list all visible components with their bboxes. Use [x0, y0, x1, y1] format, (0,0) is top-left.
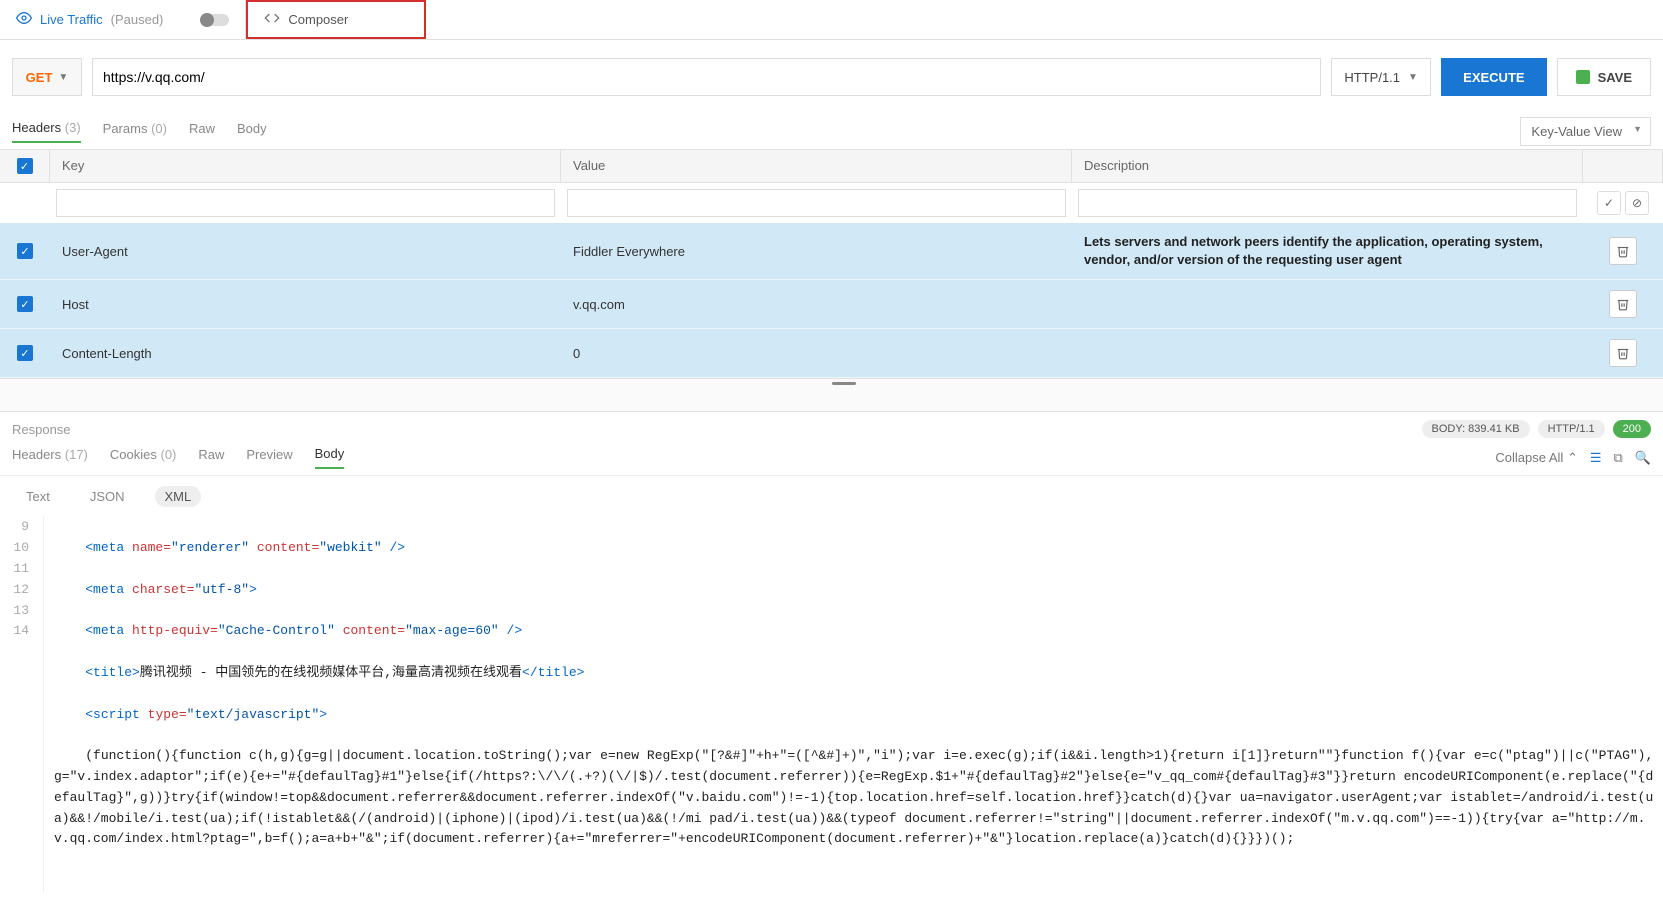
save-button[interactable]: SAVE: [1557, 58, 1651, 96]
save-icon: [1576, 70, 1590, 84]
cancel-icon[interactable]: ⊘: [1625, 191, 1649, 215]
header-value: v.qq.com: [561, 297, 1072, 312]
delete-button[interactable]: [1609, 290, 1637, 318]
request-bar: GET ▼ HTTP/1.1 ▼ EXECUTE SAVE: [0, 40, 1663, 114]
resp-tab-body[interactable]: Body: [315, 446, 345, 469]
composer-label: Composer: [288, 12, 348, 27]
save-label: SAVE: [1598, 70, 1632, 85]
method-value: GET: [26, 70, 53, 85]
col-value: Value: [561, 150, 1072, 182]
resp-tab-headers[interactable]: Headers (17): [12, 447, 88, 468]
proto-pill: HTTP/1.1: [1538, 420, 1605, 438]
header-value: 0: [561, 346, 1072, 361]
resp-tab-preview[interactable]: Preview: [246, 447, 292, 468]
tab-live-traffic[interactable]: Live Traffic (Paused): [0, 0, 246, 39]
resp-tab-cookies[interactable]: Cookies (0): [110, 447, 176, 468]
header-value: Fiddler Everywhere: [561, 244, 1072, 259]
status-pill: 200: [1613, 420, 1651, 438]
code-content[interactable]: <meta name="renderer" content="webkit" /…: [54, 517, 1655, 891]
col-description: Description: [1072, 150, 1583, 182]
view-mode-select[interactable]: Key-Value View: [1520, 117, 1651, 146]
body-tab-xml[interactable]: XML: [155, 486, 202, 507]
chevron-up-icon: ⌃: [1567, 450, 1578, 465]
new-description-input[interactable]: [1078, 189, 1577, 217]
code-view: 91011121314 <meta name="renderer" conten…: [0, 517, 1663, 903]
header-key: Host: [50, 297, 561, 312]
format-icon[interactable]: ☰: [1590, 450, 1602, 466]
header-row[interactable]: ✓ Host v.qq.com: [0, 280, 1663, 329]
select-all-checkbox[interactable]: ✓: [17, 158, 33, 174]
url-input[interactable]: [92, 58, 1321, 96]
header-key: Content-Length: [50, 346, 561, 361]
col-key: Key: [50, 150, 561, 182]
caret-down-icon: ▼: [58, 72, 68, 83]
top-tabs: Live Traffic (Paused) Composer: [0, 0, 1663, 40]
search-icon[interactable]: 🔍: [1635, 450, 1651, 466]
tab-raw[interactable]: Raw: [189, 121, 215, 142]
copy-icon[interactable]: ⧉: [1614, 450, 1623, 466]
http-version-select[interactable]: HTTP/1.1 ▼: [1331, 58, 1431, 96]
response-subtabs: Headers (17) Cookies (0) Raw Preview Bod…: [0, 446, 1663, 476]
live-traffic-label: Live Traffic: [40, 12, 103, 27]
tab-headers[interactable]: Headers (3): [12, 120, 81, 143]
new-key-input[interactable]: [56, 189, 555, 217]
tab-params[interactable]: Params (0): [103, 121, 167, 142]
header-desc: Lets servers and network peers identify …: [1072, 233, 1583, 269]
resp-tab-raw[interactable]: Raw: [198, 447, 224, 468]
row-checkbox[interactable]: ✓: [17, 296, 33, 312]
eye-icon: [16, 10, 32, 29]
http-version-value: HTTP/1.1: [1344, 70, 1400, 85]
header-key: User-Agent: [50, 244, 561, 259]
row-checkbox[interactable]: ✓: [17, 243, 33, 259]
tab-body[interactable]: Body: [237, 121, 267, 142]
tab-composer[interactable]: Composer: [246, 0, 426, 39]
delete-button[interactable]: [1609, 237, 1637, 265]
response-title-bar: Response BODY: 839.41 KB HTTP/1.1 200: [0, 412, 1663, 446]
new-header-row: ✓ ⊘: [0, 183, 1663, 223]
body-tab-json[interactable]: JSON: [80, 486, 135, 507]
live-traffic-toggle[interactable]: [201, 14, 229, 26]
collapse-all-button[interactable]: Collapse All ⌃: [1495, 450, 1577, 466]
row-checkbox[interactable]: ✓: [17, 345, 33, 361]
new-value-input[interactable]: [567, 189, 1066, 217]
body-format-tabs: Text JSON XML: [0, 476, 1663, 517]
line-gutter: 91011121314: [8, 517, 44, 891]
body-tab-text[interactable]: Text: [16, 486, 60, 507]
paused-label: (Paused): [111, 12, 164, 27]
header-row[interactable]: ✓ Content-Length 0: [0, 329, 1663, 378]
response-label: Response: [12, 422, 71, 437]
body-size-pill: BODY: 839.41 KB: [1422, 420, 1530, 438]
headers-table-head: ✓ Key Value Description: [0, 150, 1663, 183]
caret-down-icon: ▼: [1408, 72, 1418, 83]
pane-splitter[interactable]: [0, 378, 1663, 412]
code-icon: [264, 10, 280, 29]
delete-button[interactable]: [1609, 339, 1637, 367]
method-select[interactable]: GET ▼: [12, 58, 82, 96]
execute-button[interactable]: EXECUTE: [1441, 58, 1546, 96]
request-subtabs: Headers (3) Params (0) Raw Body Key-Valu…: [0, 114, 1663, 150]
confirm-icon[interactable]: ✓: [1597, 191, 1621, 215]
header-row[interactable]: ✓ User-Agent Fiddler Everywhere Lets ser…: [0, 223, 1663, 280]
